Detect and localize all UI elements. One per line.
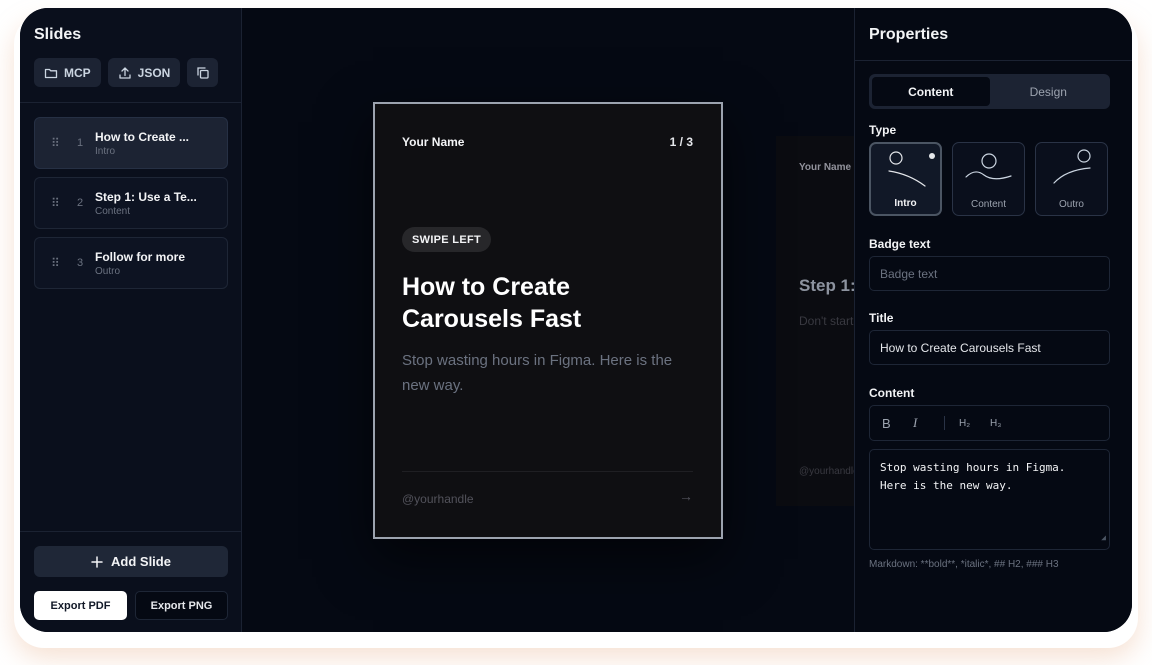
tab-content[interactable]: Content	[872, 77, 990, 106]
slides-sidebar: Slides MCP JSON ⠿ 1 How to Create ... In	[20, 8, 242, 632]
type-option-content[interactable]: Content	[952, 142, 1025, 216]
export-png-button[interactable]: Export PNG	[135, 591, 228, 620]
slide-list-item-3[interactable]: ⠿ 3 Follow for more Outro	[34, 237, 228, 289]
mcp-button-label: MCP	[64, 65, 91, 80]
export-actions: Export PDF Export PNG	[34, 591, 228, 620]
slide-item-title: Step 1: Use a Te...	[95, 189, 197, 204]
content-textarea[interactable]: Stop wasting hours in Figma. Here is the…	[869, 449, 1110, 550]
next-slide-body: Don't start from scratch. Use a proven s…	[799, 314, 854, 328]
italic-button[interactable]: I	[913, 415, 944, 431]
slide-badge: SWIPE LEFT	[402, 227, 491, 252]
content-layout-icon	[965, 153, 1012, 180]
content-line-2: Here is the new way.	[880, 479, 1013, 492]
sidebar-footer-divider	[20, 531, 241, 532]
properties-title: Properties	[869, 26, 949, 43]
app-window: Slides MCP JSON ⠿ 1 How to Create ... In	[20, 8, 1132, 632]
drag-handle-icon[interactable]: ⠿	[51, 196, 65, 210]
sidebar-divider	[20, 102, 241, 103]
slide-item-text: How to Create ... Intro	[95, 130, 189, 157]
slide-canvas: Your Name Step 1: Use a Template Don't s…	[242, 8, 854, 632]
content-line-1: Stop wasting hours in Figma.	[880, 461, 1066, 474]
resize-handle-icon[interactable]: ◢	[1101, 529, 1106, 547]
type-option-intro[interactable]: Intro	[869, 142, 942, 216]
intro-layout-icon	[888, 151, 935, 187]
slide-item-type: Content	[95, 205, 131, 217]
badge-text-label: Badge text	[869, 237, 931, 251]
copy-icon	[197, 66, 209, 79]
title-label: Title	[869, 311, 894, 325]
sidebar-toolbar: MCP JSON	[34, 58, 219, 87]
type-option-outro[interactable]: Outro	[1035, 142, 1108, 216]
toolbar-separator	[944, 416, 945, 430]
content-label: Content	[869, 386, 915, 400]
add-slide-label: Add Slide	[111, 554, 171, 569]
slide-item-title: How to Create ...	[95, 129, 190, 144]
slide-footer-divider	[402, 471, 693, 472]
badge-text-input[interactable]: Badge text	[869, 256, 1110, 291]
tab-design[interactable]: Design	[990, 77, 1108, 106]
markdown-toolbar: B I H₂ H₃	[869, 405, 1110, 441]
next-slide-author: Your Name	[799, 162, 852, 173]
drag-handle-icon[interactable]: ⠿	[51, 256, 65, 270]
json-button-label: JSON	[137, 65, 171, 80]
slide-item-type: Outro	[95, 265, 121, 277]
type-option-label: Content	[970, 199, 1007, 210]
slide-item-text: Follow for more Outro	[95, 250, 185, 277]
properties-panel: Properties Content Design Type Intro Con…	[854, 8, 1132, 632]
upload-icon	[119, 66, 131, 79]
slide-title: How to Create Carousels Fast	[402, 273, 582, 333]
slide-handle: @yourhandle	[402, 492, 474, 506]
slide-author-name: Your Name	[402, 135, 465, 149]
slide-body: Stop wasting hours in Figma. Here is the…	[402, 352, 673, 394]
folder-icon	[44, 68, 58, 78]
sidebar-title: Slides	[34, 26, 82, 43]
markdown-hint: Markdown: **bold**, *italic*, ## H2, ###…	[869, 559, 1059, 570]
json-export-button[interactable]: JSON	[107, 58, 181, 87]
slide-list: ⠿ 1 How to Create ... Intro ⠿ 2 Step 1: …	[34, 117, 228, 289]
type-label: Type	[869, 123, 897, 137]
bold-button[interactable]: B	[882, 416, 913, 431]
slide-item-title: Follow for more	[95, 249, 185, 264]
plus-icon	[91, 555, 103, 568]
drag-handle-icon[interactable]: ⠿	[51, 136, 65, 150]
mcp-button[interactable]: MCP	[34, 58, 101, 87]
slide-list-item-2[interactable]: ⠿ 2 Step 1: Use a Te... Content	[34, 177, 228, 229]
next-slide-title: Step 1: Use a Template	[799, 276, 854, 295]
properties-divider	[855, 60, 1132, 61]
type-option-label: Intro	[894, 198, 917, 209]
next-slide-preview[interactable]: Your Name Step 1: Use a Template Don't s…	[776, 136, 854, 506]
heading3-button[interactable]: H₃	[990, 418, 1021, 429]
next-slide-handle: @yourhandle	[799, 466, 854, 477]
heading2-button[interactable]: H₂	[959, 418, 990, 429]
slide-item-type: Intro	[95, 145, 116, 157]
slide-type-selector: Intro Content Outro	[869, 142, 1108, 216]
arrow-right-icon: →	[679, 488, 693, 504]
slide-item-text: Step 1: Use a Te... Content	[95, 190, 197, 217]
add-slide-button[interactable]: Add Slide	[34, 546, 228, 577]
type-option-label: Outro	[1058, 199, 1084, 210]
current-slide[interactable]: Your Name 1 / 3 SWIPE LEFT How to Create…	[373, 102, 723, 539]
export-pdf-button[interactable]: Export PDF	[34, 591, 127, 620]
title-input[interactable]: How to Create Carousels Fast	[869, 330, 1110, 365]
slide-number: 1	[76, 137, 84, 149]
slide-list-item-1[interactable]: ⠿ 1 How to Create ... Intro	[34, 117, 228, 169]
outro-layout-icon	[1053, 149, 1091, 184]
slide-number: 2	[76, 197, 84, 209]
duplicate-button[interactable]	[187, 58, 219, 87]
slide-number: 3	[76, 257, 84, 269]
slide-page-indicator: 1 / 3	[669, 135, 693, 149]
properties-tabs: Content Design	[869, 74, 1110, 109]
